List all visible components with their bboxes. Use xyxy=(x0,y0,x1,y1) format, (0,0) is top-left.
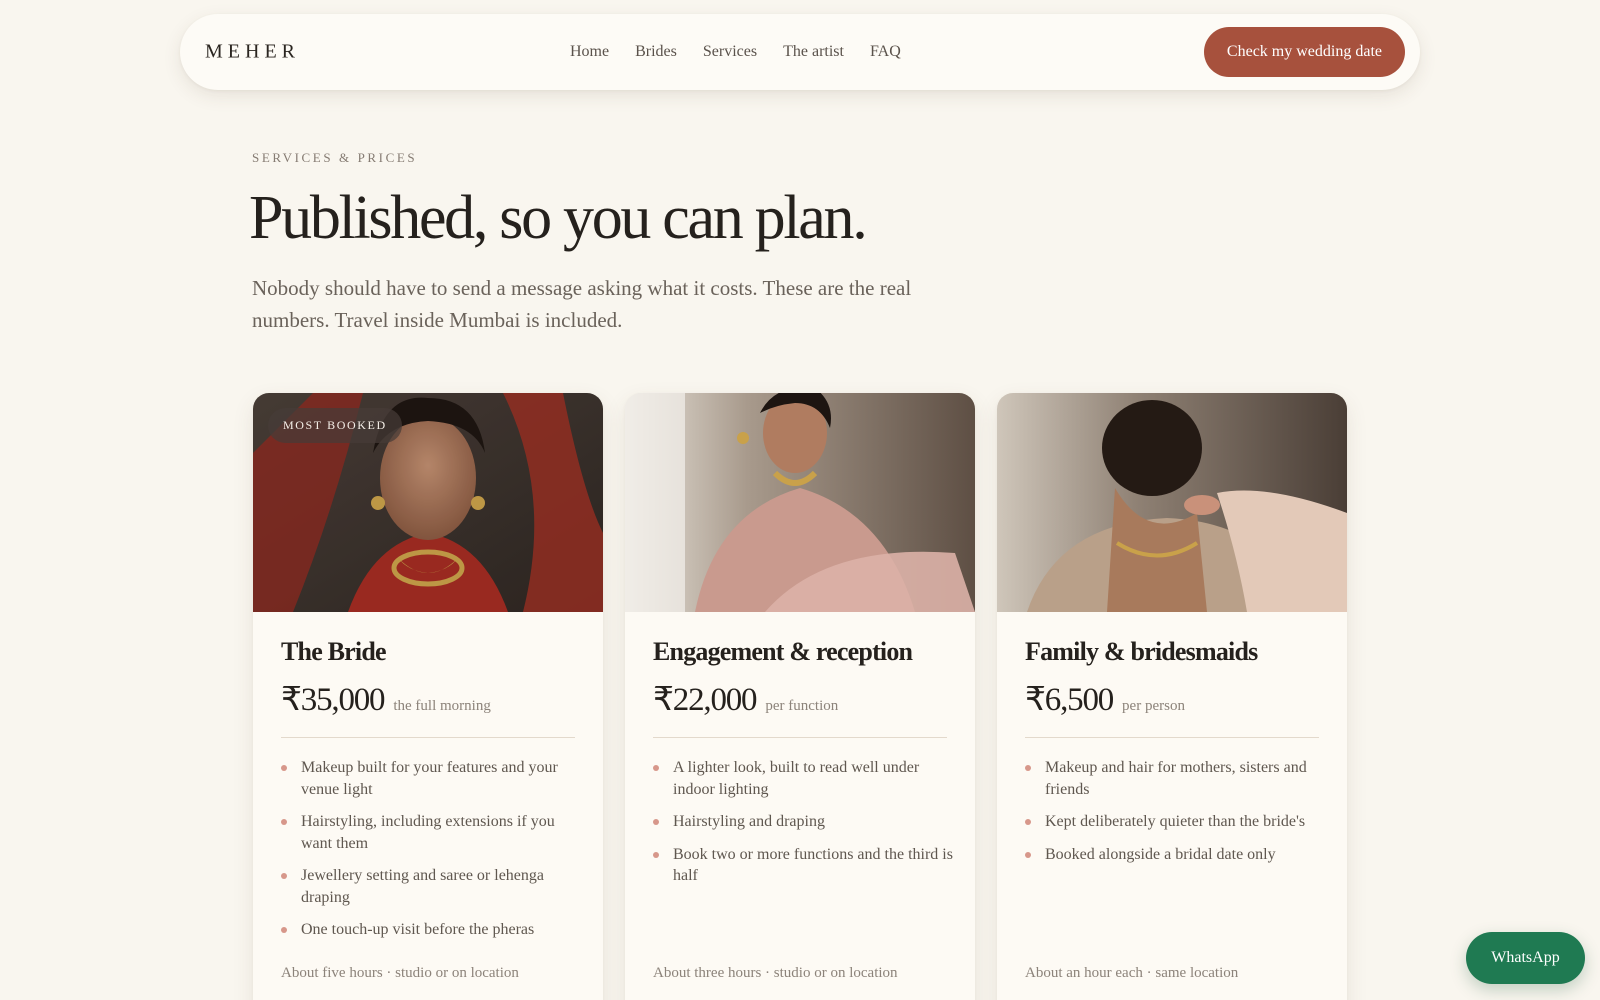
bullet-dot xyxy=(281,873,287,879)
bullet-dot xyxy=(653,765,659,771)
feature-text: Makeup and hair for mothers, sisters and… xyxy=(1045,759,1307,798)
top-nav: MEHER Home Brides Services The artist FA… xyxy=(180,14,1420,90)
feature-text: Hairstyling, including extensions if you… xyxy=(301,813,555,852)
feature-text: Booked alongside a bridal date only xyxy=(1045,845,1276,863)
nav-link-faq[interactable]: FAQ xyxy=(870,43,901,61)
price: ₹6,500 xyxy=(1025,682,1114,718)
divider xyxy=(653,737,947,738)
feature-item: Booked alongside a bridal date only xyxy=(1025,844,1325,866)
price: ₹35,000 xyxy=(281,682,386,718)
service-card-engagement: Engagement & reception ₹22,000 per funct… xyxy=(625,393,975,1000)
bullet-dot xyxy=(653,851,659,858)
price-row: ₹22,000 per function xyxy=(653,679,838,719)
brand-logo[interactable]: MEHER xyxy=(205,41,300,64)
price-unit: per function xyxy=(765,698,839,714)
feature-list: Makeup built for your features and your … xyxy=(281,757,581,952)
feature-text: Kept deliberately quieter than the bride… xyxy=(1045,813,1306,830)
nav-link-the-artist[interactable]: The artist xyxy=(783,43,844,61)
card-footnote: About three hours · studio or on locatio… xyxy=(653,965,898,981)
feature-text: A lighter look, built to read well under… xyxy=(673,759,920,798)
feature-text: Jewellery setting and saree or lehenga d… xyxy=(301,867,545,906)
page-intro: Nobody should have to send a message ask… xyxy=(252,276,912,332)
price-row: ₹6,500 per person xyxy=(1025,679,1185,719)
nav-links: Home Brides Services The artist FAQ xyxy=(570,43,901,61)
feature-item: Makeup and hair for mothers, sisters and… xyxy=(1025,757,1325,800)
nav-link-brides[interactable]: Brides xyxy=(635,43,677,61)
price-row: ₹35,000 the full morning xyxy=(281,679,491,719)
divider xyxy=(1025,737,1319,738)
card-title: Engagement & reception xyxy=(653,637,913,666)
feature-list: Makeup and hair for mothers, sisters and… xyxy=(1025,757,1325,876)
card-title: Family & bridesmaids xyxy=(1025,637,1258,666)
feature-item: Hairstyling and draping xyxy=(653,811,953,833)
section-eyebrow: SERVICES & PRICES xyxy=(252,150,418,165)
card-title: The Bride xyxy=(281,637,387,666)
service-card-bride: MOST BOOKED The Bride ₹35,000 the full m… xyxy=(253,393,603,1000)
price-unit: the full morning xyxy=(393,698,491,714)
feature-text: Book two or more functions and the third… xyxy=(673,845,953,885)
nav-link-home[interactable]: Home xyxy=(570,43,609,61)
nav-link-services[interactable]: Services xyxy=(703,43,757,61)
feature-text: One touch-up visit before the pheras xyxy=(301,921,535,938)
feature-item: Kept deliberately quieter than the bride… xyxy=(1025,811,1325,833)
feature-list: A lighter look, built to read well under… xyxy=(653,757,953,898)
whatsapp-button[interactable]: WhatsApp xyxy=(1466,932,1585,984)
bullet-dot xyxy=(653,819,659,825)
most-booked-badge: MOST BOOKED xyxy=(268,408,402,443)
page-title: Published, so you can plan. xyxy=(249,184,868,252)
card-footnote: About an hour each · same location xyxy=(1025,965,1239,981)
feature-item: A lighter look, built to read well under… xyxy=(653,757,953,800)
bullet-dot xyxy=(1025,819,1031,825)
bullet-dot xyxy=(1025,851,1031,858)
bullet-dot xyxy=(281,765,287,771)
price-unit: per person xyxy=(1122,698,1185,714)
engagement-photo xyxy=(625,393,975,612)
bullet-dot xyxy=(281,819,287,825)
check-wedding-date-button[interactable]: Check my wedding date xyxy=(1203,27,1405,77)
family-photo xyxy=(997,393,1347,612)
bullet-dot xyxy=(1025,765,1031,771)
feature-item: Book two or more functions and the third… xyxy=(653,844,953,887)
bullet-dot xyxy=(281,927,287,933)
service-card-family: Family & bridesmaids ₹6,500 per person M… xyxy=(997,393,1347,1000)
feature-item: Makeup built for your features and your … xyxy=(281,757,581,800)
price: ₹22,000 xyxy=(653,682,758,718)
feature-item: Hairstyling, including extensions if you… xyxy=(281,811,581,854)
feature-text: Makeup built for your features and your … xyxy=(301,759,558,798)
feature-item: Jewellery setting and saree or lehenga d… xyxy=(281,865,581,908)
card-footnote: About five hours · studio or on location xyxy=(281,965,519,981)
divider xyxy=(281,737,575,738)
feature-item: One touch-up visit before the pheras xyxy=(281,919,581,941)
feature-text: Hairstyling and draping xyxy=(673,813,825,830)
